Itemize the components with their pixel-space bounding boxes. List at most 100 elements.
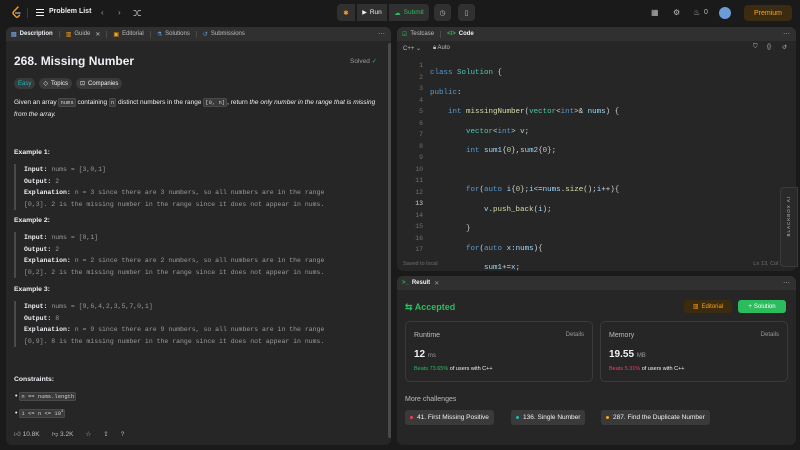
premium-button[interactable]: Premium <box>744 5 792 21</box>
problem-statement: Given an array nums containing n distinc… <box>14 98 376 118</box>
submit-button[interactable]: ☁ Submit <box>389 4 429 21</box>
runtime-beats: Beats 73.65% of users with C++ <box>414 366 493 372</box>
solved-label: Solved <box>350 58 370 65</box>
memory-card[interactable]: Memory Details 19.55 MB Beats 5.31% of u… <box>600 321 788 382</box>
mode-toggle[interactable]: 🔒︎ Auto <box>433 45 450 52</box>
example-block: Input: nums = [0,1] Output: 2 Explanatio… <box>14 232 369 278</box>
line-number: 1 <box>419 62 423 69</box>
challenge-chip[interactable]: 136. Single Number <box>511 410 586 425</box>
chip-label: Topics <box>50 80 68 87</box>
problem-title[interactable]: 268. Missing Number <box>14 54 134 68</box>
more-options-icon[interactable]: ⋯ <box>783 30 790 38</box>
help-icon[interactable]: ? <box>121 431 125 438</box>
leetcode-logo-icon[interactable] <box>11 6 22 19</box>
description-panel: ▤ Description ▥ Guide ✕ ▣ Editorial ⚗ Solutio… <box>6 27 391 445</box>
braces-icon[interactable]: {} <box>767 44 771 50</box>
side-label: BLACKBOX AI <box>786 196 791 237</box>
line-number: 4 <box>419 96 423 104</box>
language-select[interactable]: C++ ⌄ <box>403 45 421 52</box>
memory-beats: Beats 5.31% of users with C++ <box>609 366 685 372</box>
fire-icon[interactable]: ♨ <box>693 8 700 17</box>
tab-result[interactable]: >_ Result <box>402 280 430 286</box>
plus-icon: + <box>748 303 752 310</box>
editorial-button[interactable]: ▥ Editorial <box>684 300 732 313</box>
reset-icon[interactable]: ↺ <box>782 44 787 51</box>
example-block: Input: nums = [9,6,4,2,3,5,7,0,1] Output… <box>14 301 369 347</box>
line-number: 6 <box>419 119 423 127</box>
verdict-label: Accepted <box>414 302 456 312</box>
flask-icon: ⚗ <box>156 31 163 38</box>
gear-icon[interactable]: ⚙ <box>673 8 680 17</box>
list-icon[interactable] <box>35 8 45 17</box>
companies-chip[interactable]: ⊡ Companies <box>75 78 123 89</box>
tab-solutions[interactable]: ⚗ Solutions <box>157 31 190 38</box>
constraints-heading: Constraints: <box>14 376 55 383</box>
solution-button[interactable]: + Solution <box>738 300 786 313</box>
tab-code[interactable]: </> Code <box>447 31 474 37</box>
chevron-left-icon[interactable]: ‹ <box>101 8 104 17</box>
lock-icon: 🔒︎ <box>433 45 437 51</box>
close-icon[interactable]: ✕ <box>434 280 439 287</box>
tab-guide[interactable]: ▥ Guide ✕ <box>66 31 101 38</box>
dislike-button[interactable]: 👎︎ 3.2K <box>52 430 74 438</box>
run-button[interactable]: ▶ Run <box>357 4 387 21</box>
details-link[interactable]: Details <box>761 332 779 338</box>
upload-icon: ☁ <box>394 9 401 17</box>
example-heading: Example 3: <box>14 286 50 293</box>
blackbox-ai-tab[interactable]: BLACKBOX AI <box>780 187 798 267</box>
line-number: 14 <box>415 211 423 219</box>
tab-submissions[interactable]: ↺ Submissions <box>203 31 245 38</box>
avatar[interactable] <box>719 7 731 19</box>
solution-label: Solution <box>753 303 776 310</box>
tab-testcase[interactable]: ☑ Testcase <box>402 31 434 38</box>
like-button[interactable]: 👍︎ 10.8K <box>14 430 40 438</box>
tag-icon: ◇ <box>43 81 48 87</box>
streak-count: 0 <box>704 9 708 16</box>
difficulty-dot <box>516 416 519 419</box>
check-circle-icon: ✓ <box>371 58 378 65</box>
debug-button[interactable]: ✱ <box>337 4 355 21</box>
list-item: • 1 <= n <= 104 <box>15 409 66 418</box>
topics-chip[interactable]: ◇ Topics <box>39 78 72 89</box>
chevron-right-icon[interactable]: › <box>118 8 121 17</box>
problem-tags: Easy ◇ Topics ⊡ Companies <box>14 78 123 89</box>
line-number: 11 <box>415 177 423 184</box>
line-number: 5 <box>419 108 423 115</box>
shuffle-icon[interactable] <box>133 9 142 17</box>
more-options-icon[interactable]: ⋯ <box>378 30 385 38</box>
line-number: 7 <box>419 131 423 138</box>
close-icon[interactable]: ✕ <box>95 31 100 38</box>
difficulty-badge: Easy <box>14 78 36 89</box>
share-icon[interactable]: ⇪ <box>103 430 108 438</box>
tab-editorial[interactable]: ▣ Editorial <box>113 31 143 38</box>
line-number: 15 <box>415 223 423 230</box>
details-link[interactable]: Details <box>566 332 584 338</box>
runtime-card[interactable]: Runtime Details 12 ms Beats 73.65% of us… <box>405 321 593 382</box>
bookmark-icon[interactable]: ⛉ <box>753 44 758 51</box>
thumbs-down-icon: 👎︎ <box>51 431 59 438</box>
challenge-chip[interactable]: 287. Find the Duplicate Number <box>601 410 710 425</box>
example-heading: Example 2: <box>14 217 50 224</box>
thumbs-up-icon: 👍︎ <box>14 431 21 438</box>
line-number: 12 <box>415 188 423 196</box>
difficulty-dot <box>606 416 609 419</box>
line-number: 3 <box>419 85 423 92</box>
editor-toolbar: C++ ⌄ 🔒︎ Auto ⛉ {} ↺ <box>397 42 796 56</box>
star-icon[interactable]: ☆ <box>85 430 91 438</box>
run-label: Run <box>369 9 382 16</box>
code-editor[interactable]: class Solution { public: int missingNumb… <box>430 60 619 271</box>
problem-list-link[interactable]: Problem List <box>49 8 91 15</box>
runtime-value: 12 ms <box>414 349 436 360</box>
more-challenges-heading: More challenges <box>405 396 457 403</box>
line-number: 16 <box>415 234 423 242</box>
timer-button[interactable]: ◷ <box>434 4 451 21</box>
more-options-icon[interactable]: ⋯ <box>783 279 790 287</box>
scrollbar[interactable] <box>388 43 391 438</box>
challenge-chip[interactable]: 41. First Missing Positive <box>405 410 494 425</box>
timer-icon: ◷ <box>439 9 446 17</box>
divider <box>27 8 28 18</box>
notes-button[interactable]: ▯ <box>458 4 475 21</box>
tab-description[interactable]: ▤ Description <box>11 31 53 38</box>
layout-grid-icon[interactable]: ▦ <box>651 8 659 17</box>
tab-label: Solutions <box>165 31 190 37</box>
